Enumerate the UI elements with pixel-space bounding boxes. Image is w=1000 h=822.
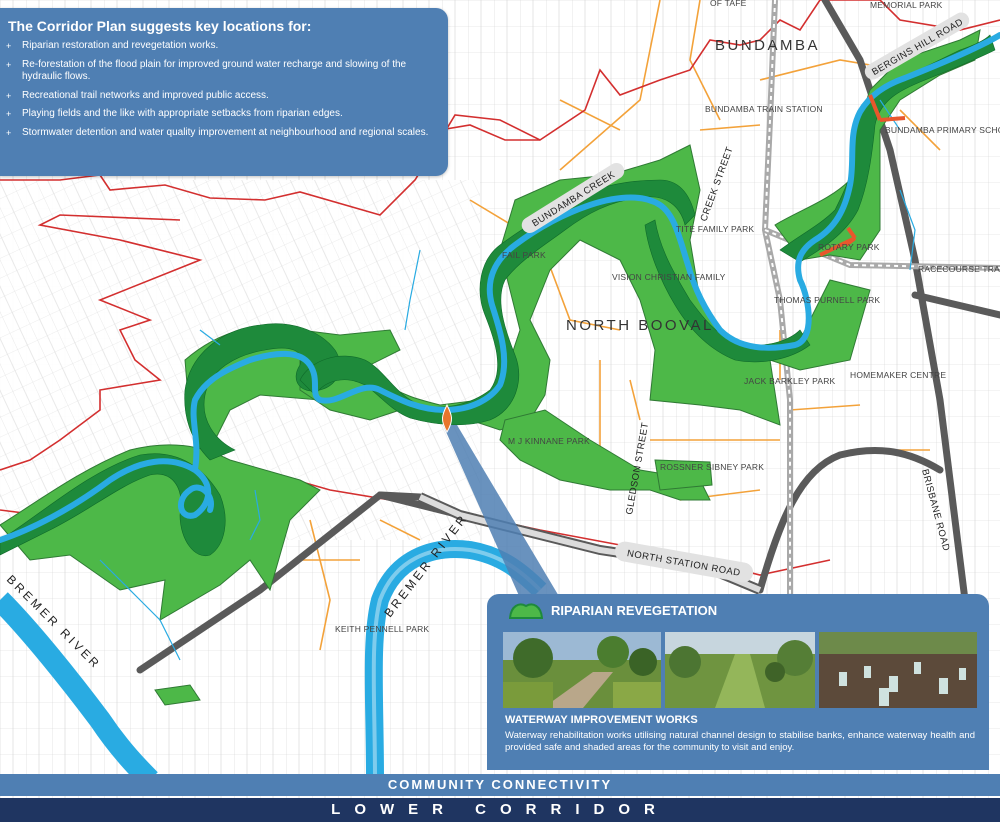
label-fail-park: FAIL PARK xyxy=(502,250,546,260)
waterway-works-heading: WATERWAY IMPROVEMENT WORKS xyxy=(505,714,698,726)
bullet-icon: + xyxy=(6,59,12,70)
label-memorial-park: MEMORIAL PARK xyxy=(870,0,943,10)
photo-boardwalk xyxy=(503,632,661,708)
riparian-header: RIPARIAN REVEGETATION xyxy=(509,600,717,620)
label-rossner-sibney-park: ROSSNER SIBNEY PARK xyxy=(660,462,764,472)
label-jack-barkley-park: JACK BARKLEY PARK xyxy=(744,376,836,386)
waterway-works-description: Waterway rehabilitation works utilising … xyxy=(505,730,975,753)
label-keith-pennell-park: KEITH PENNELL PARK xyxy=(335,624,429,634)
label-suburb-north-booval: NORTH BOOVAL xyxy=(566,317,714,334)
label-thomas-purnell-park: THOMAS PURNELL PARK xyxy=(774,295,880,305)
bullet-icon: + xyxy=(6,127,12,138)
list-item: + Riparian restoration and revegetation w… xyxy=(6,40,219,51)
label-of-tafe: OF TAFE xyxy=(710,0,747,8)
label-tite-family-park: TITE FAMILY PARK xyxy=(676,224,754,234)
lower-corridor-band: LOWER CORRIDOR xyxy=(0,798,1000,822)
info-panel-list: + Riparian restoration and revegetation w… xyxy=(0,40,448,139)
riparian-title: RIPARIAN REVEGETATION xyxy=(551,602,718,618)
label-bundamba-primary-school: BUNDAMBA PRIMARY SCHOOL xyxy=(885,125,1000,135)
list-item: + Playing fields and the like with approp… xyxy=(6,108,343,119)
label-homemaker-centre: HOMEMAKER CENTRE xyxy=(850,370,946,380)
label-suburb-bundamba: BUNDAMBA xyxy=(715,37,820,54)
riparian-revegetation-panel: RIPARIAN REVEGETATION WATERWAY IMPROVEME… xyxy=(487,594,989,770)
label-mj-kinnane-park: M J KINNANE PARK xyxy=(508,436,590,446)
photo-grass-channel xyxy=(665,632,815,708)
vegetation-legend-icon xyxy=(509,603,543,619)
list-item: + Re-forestation of the flood plain for i… xyxy=(6,58,407,83)
label-vision-christian-family: VISION CHRISTIAN FAMILY xyxy=(612,272,726,282)
bullet-icon: + xyxy=(6,109,12,119)
bullet-icon: + xyxy=(6,90,12,101)
label-rotary-park: ROTARY PARK xyxy=(818,242,880,252)
label-bundamba-train-station: BUNDAMBA TRAIN STATION xyxy=(705,104,823,114)
info-panel-title: The Corridor Plan suggests key locations… xyxy=(8,18,312,34)
corridor-plan-info-panel: The Corridor Plan suggests key locations… xyxy=(0,8,448,176)
community-connectivity-band: COMMUNITY CONNECTIVITY xyxy=(0,774,1000,796)
list-item: + Recreational trail networks and improve… xyxy=(6,89,269,101)
list-item: + Stormwater detention and water quality … xyxy=(6,126,429,138)
label-racecourse-train-station: RACECOURSE TRAIN STATION xyxy=(918,264,1000,274)
photo-tree-guards xyxy=(819,632,977,708)
bullet-icon: + xyxy=(6,41,12,51)
